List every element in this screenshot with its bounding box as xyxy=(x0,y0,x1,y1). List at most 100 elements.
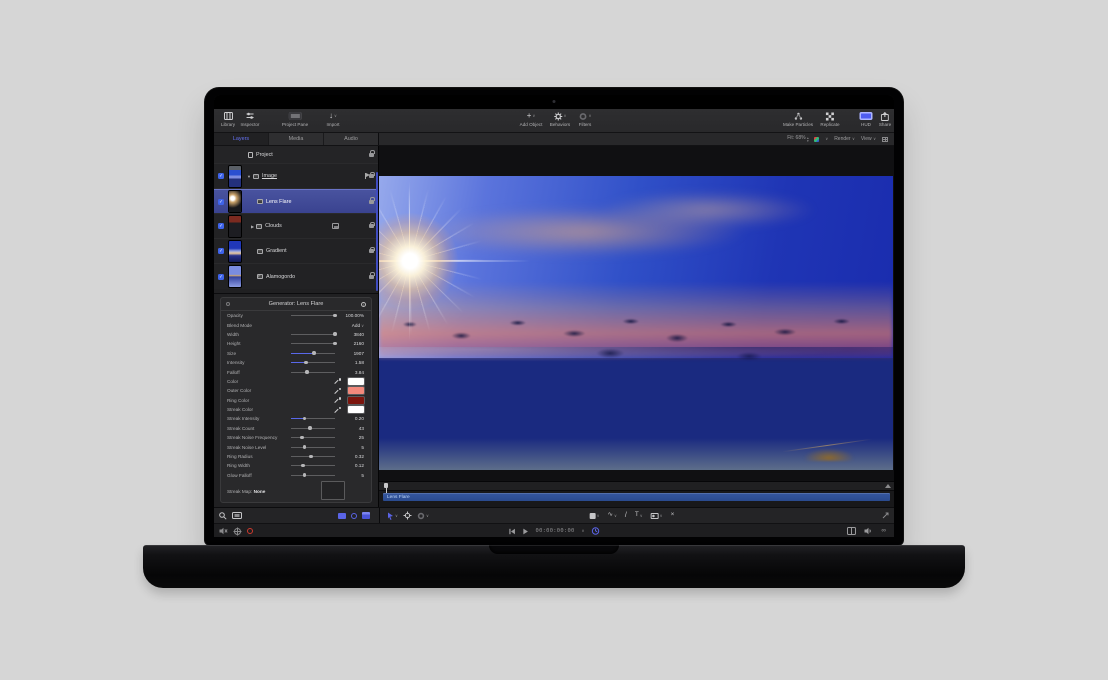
property-slider[interactable] xyxy=(291,437,335,438)
eyedropper-icon[interactable] xyxy=(335,388,341,394)
view-menu[interactable]: View ∨ xyxy=(861,136,876,142)
hud-button[interactable]: HUD xyxy=(860,111,873,127)
property-value[interactable]: 3.84 xyxy=(355,370,364,375)
replicate-button[interactable]: Replicate xyxy=(820,111,839,127)
activation-checkbox[interactable]: ✓ xyxy=(218,199,224,205)
activation-checkbox[interactable]: ✓ xyxy=(218,173,224,179)
property-slider[interactable] xyxy=(291,418,335,419)
layer-row-project[interactable]: Project xyxy=(214,146,378,164)
line-tool[interactable]: / xyxy=(625,512,627,519)
slider-thumb[interactable] xyxy=(303,445,307,449)
slider-thumb[interactable] xyxy=(304,361,308,365)
project-pane-button[interactable]: Project Pane xyxy=(282,111,308,127)
slider-thumb[interactable] xyxy=(333,332,337,336)
property-value[interactable]: 0.32 xyxy=(355,454,364,459)
lock-icon[interactable] xyxy=(369,200,374,204)
color-swatch[interactable] xyxy=(348,397,364,404)
lock-icon[interactable] xyxy=(369,174,374,178)
make-particles-button[interactable]: Make Particles xyxy=(783,111,813,127)
layer-row-gradient[interactable]: ✓ Gradient xyxy=(214,239,378,264)
lock-icon[interactable] xyxy=(369,153,374,157)
property-slider[interactable] xyxy=(291,372,335,373)
timeline-clip-bar[interactable]: Lens Flare xyxy=(383,493,890,501)
disclosure-triangle-icon[interactable]: ▼ xyxy=(247,174,251,179)
eyedropper-icon[interactable] xyxy=(335,378,341,384)
slider-thumb[interactable] xyxy=(333,342,337,346)
slider-thumb[interactable] xyxy=(333,314,337,318)
share-button[interactable]: Share xyxy=(879,111,891,127)
select-tool[interactable]: ∨ xyxy=(387,512,398,520)
property-value[interactable]: 2160 xyxy=(354,341,364,346)
loop-icon[interactable]: ∞ xyxy=(881,528,886,534)
inspector-button[interactable]: Inspector xyxy=(241,111,260,127)
property-slider[interactable] xyxy=(291,447,335,448)
slider-thumb[interactable] xyxy=(308,426,312,430)
activation-checkbox[interactable]: ✓ xyxy=(218,248,224,254)
clock-icon[interactable] xyxy=(591,527,599,535)
slider-thumb[interactable] xyxy=(312,351,316,355)
library-button[interactable]: Library xyxy=(221,111,235,127)
fit-zoom-control[interactable]: Fit: 68% ▴▾ xyxy=(787,135,808,143)
activation-checkbox[interactable]: ✓ xyxy=(218,223,224,229)
color-swatch[interactable] xyxy=(348,406,364,413)
property-value[interactable]: 1907 xyxy=(354,351,364,356)
property-value[interactable]: 5 xyxy=(361,473,364,478)
property-value[interactable]: 43 xyxy=(359,426,364,431)
canvas[interactable] xyxy=(379,146,894,481)
filters-button[interactable]: ∨ Filters xyxy=(579,111,592,127)
slider-thumb[interactable] xyxy=(303,473,307,477)
timeline-ruler[interactable] xyxy=(379,482,894,491)
record-animation-button[interactable] xyxy=(247,528,253,534)
layout-grid-icon[interactable] xyxy=(882,137,888,142)
eyedropper-icon[interactable] xyxy=(335,397,341,403)
zoom-tool-icon[interactable] xyxy=(219,512,227,520)
property-slider[interactable] xyxy=(291,315,335,316)
property-slider[interactable] xyxy=(291,334,335,335)
disclosure-triangle-icon[interactable]: ▶ xyxy=(251,224,254,229)
layers-scrollbar[interactable] xyxy=(376,172,378,291)
property-value[interactable]: 100.00% xyxy=(345,313,364,318)
import-button[interactable]: ↓ ∨ Import xyxy=(326,111,339,127)
lock-icon[interactable] xyxy=(369,224,374,228)
shape-tool[interactable]: ∨ xyxy=(590,513,600,519)
color-swatch[interactable] xyxy=(348,378,364,385)
property-slider[interactable] xyxy=(291,428,335,429)
activation-checkbox[interactable]: ✓ xyxy=(218,274,224,280)
slider-thumb[interactable] xyxy=(305,370,309,374)
channels-swatch-icon[interactable] xyxy=(814,137,819,142)
property-slider[interactable] xyxy=(291,456,335,457)
bezier-tool[interactable]: ∿∨ xyxy=(608,512,617,518)
image-mask-tool[interactable]: ∨ xyxy=(651,513,663,519)
layer-row-clouds[interactable]: ✓ ▶ Clouds xyxy=(214,214,378,239)
behaviors-button[interactable]: ∨ Behaviors xyxy=(550,111,570,127)
playhead[interactable] xyxy=(384,483,388,488)
audio-mute-icon[interactable] xyxy=(219,527,228,535)
eyedropper-icon[interactable] xyxy=(335,407,341,413)
cut-tool[interactable]: × xyxy=(671,512,675,518)
property-slider[interactable] xyxy=(291,343,335,344)
chevron-down-icon[interactable]: ∨ xyxy=(582,529,585,533)
layer-row-alamogordo[interactable]: ✓ Alamogordo xyxy=(214,264,378,289)
tab-audio[interactable]: Audio xyxy=(324,133,378,145)
lock-icon[interactable] xyxy=(369,249,374,253)
property-slider[interactable] xyxy=(291,475,335,476)
image-well[interactable] xyxy=(321,481,345,500)
speaker-icon[interactable] xyxy=(864,527,873,535)
slider-thumb[interactable] xyxy=(300,436,304,440)
slider-thumb[interactable] xyxy=(303,417,307,421)
property-value[interactable]: 25 xyxy=(359,435,364,440)
resize-handle-icon[interactable] xyxy=(882,512,889,519)
play-button[interactable] xyxy=(523,528,529,535)
slider-thumb[interactable] xyxy=(301,464,305,468)
layer-row-image[interactable]: ✓ ▼ Image xyxy=(214,164,378,189)
film-view-icon[interactable] xyxy=(847,527,856,535)
tab-media[interactable]: Media xyxy=(269,133,324,145)
property-value[interactable]: 0.12 xyxy=(355,463,364,468)
property-value[interactable]: 3840 xyxy=(354,332,364,337)
property-slider[interactable] xyxy=(291,465,335,466)
frame-fit-icon[interactable] xyxy=(232,512,242,519)
lock-icon[interactable] xyxy=(369,275,374,279)
go-to-start-button[interactable] xyxy=(509,528,516,535)
3d-group-icon[interactable] xyxy=(362,512,370,519)
property-value[interactable]: 0.20 xyxy=(355,416,364,421)
